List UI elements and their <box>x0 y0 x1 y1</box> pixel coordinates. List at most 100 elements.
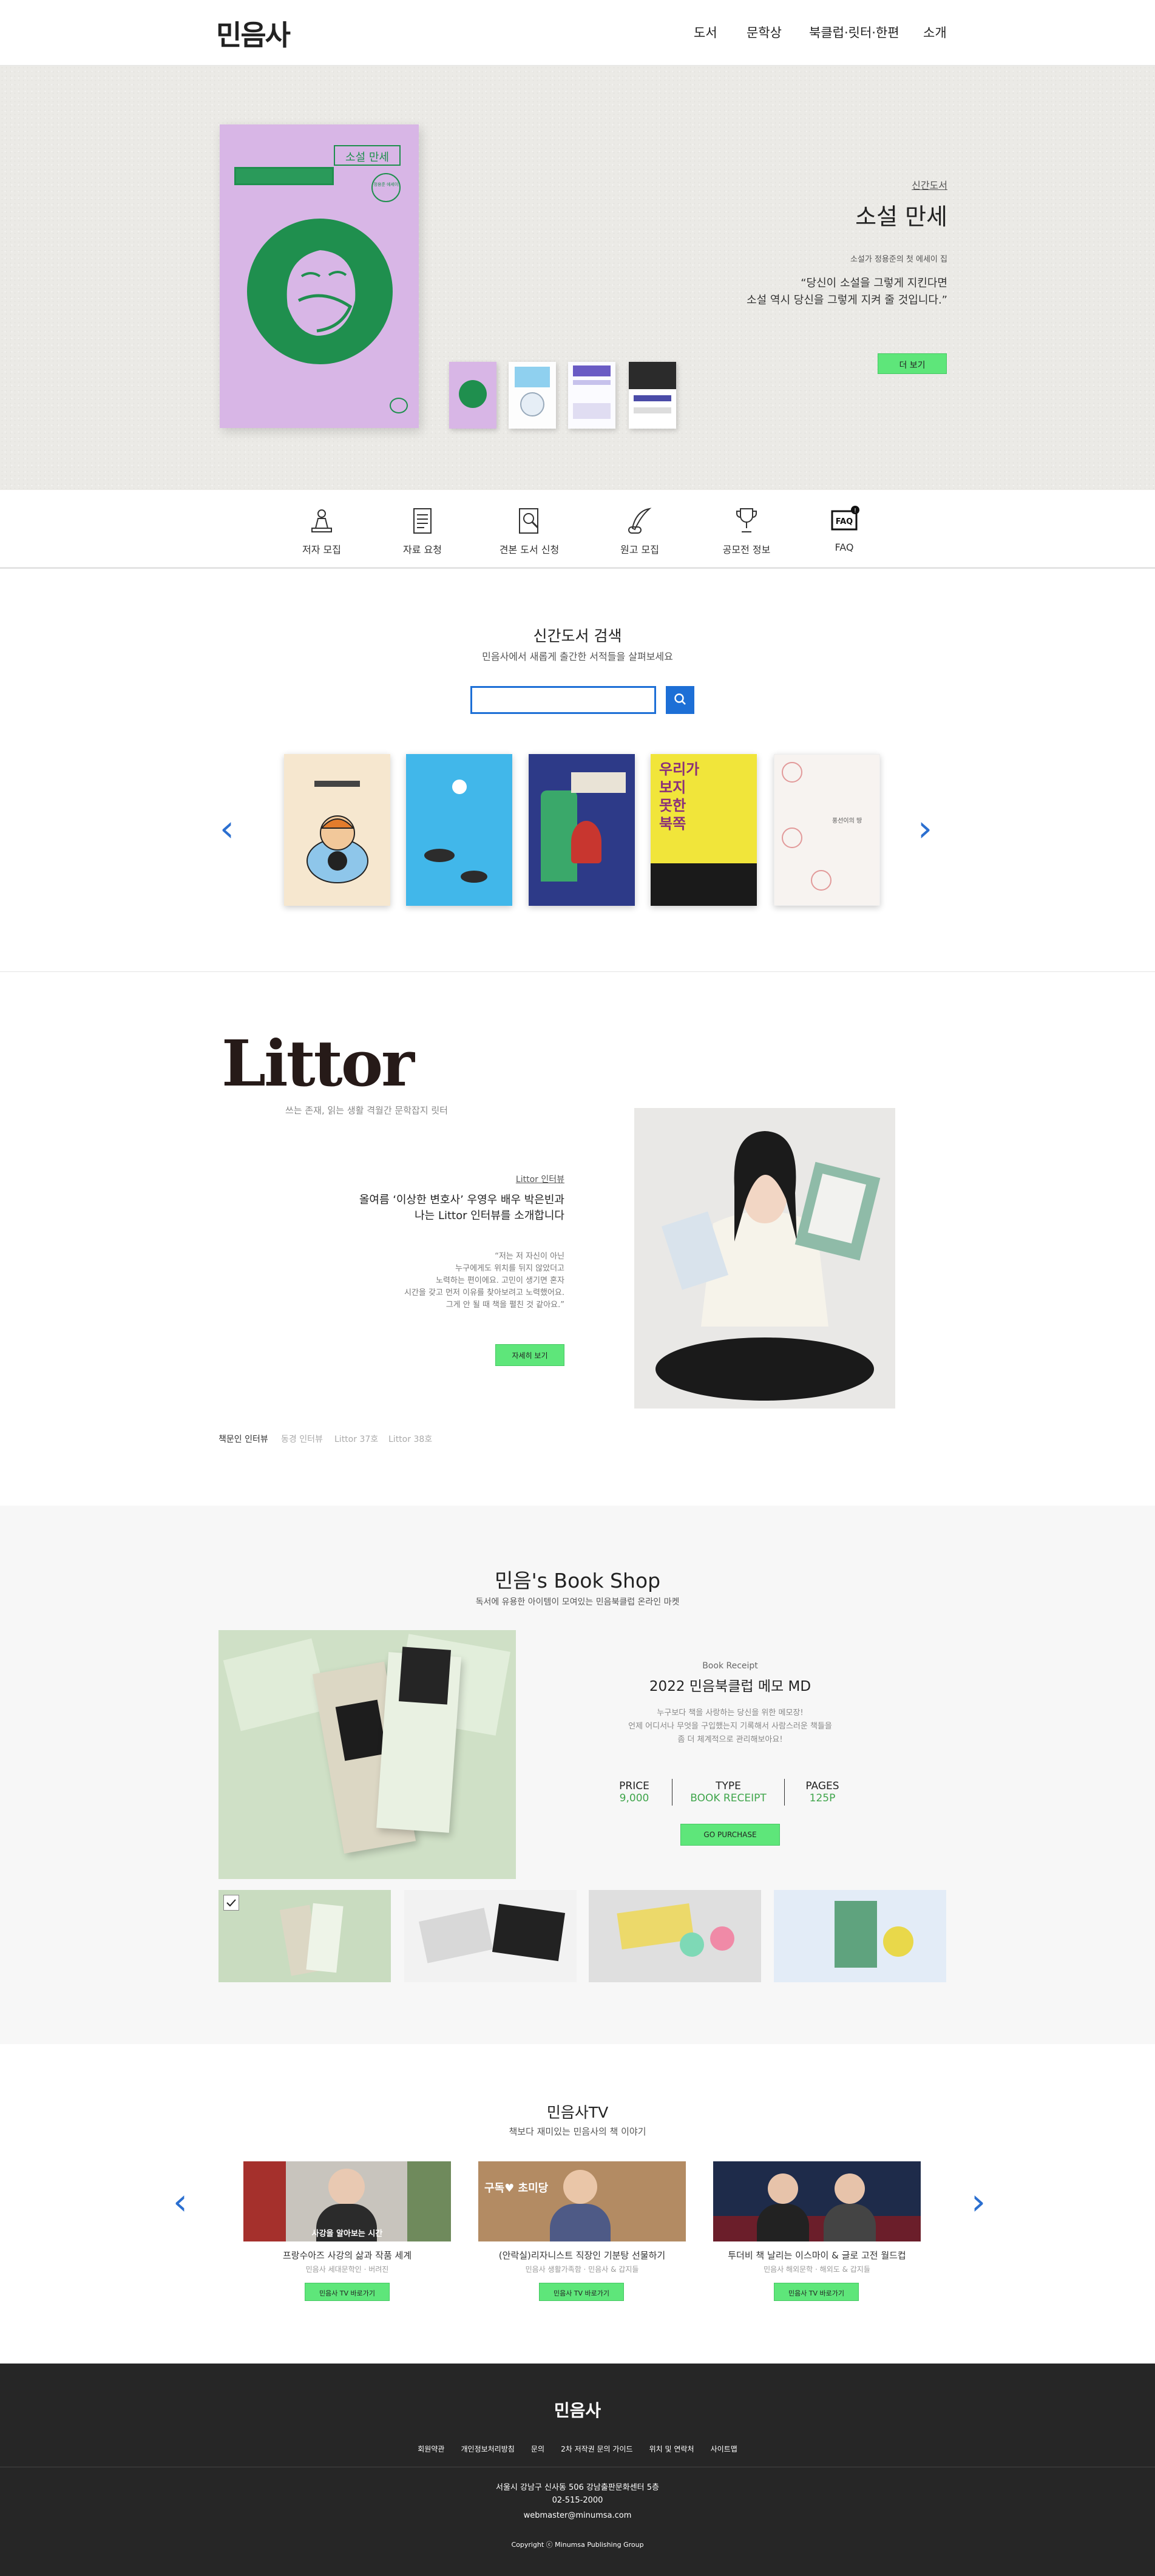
shop-subtitle: 독서에 유용한 아이템이 모여있는 민음북클럽 온라인 마켓 <box>475 1597 680 1607</box>
book-search-button[interactable] <box>666 686 694 714</box>
new-books-next-arrow[interactable]: › <box>918 807 932 850</box>
tv-video-1[interactable]: 사강을 알아보는 시간 <box>243 2161 451 2241</box>
quick-sample-book[interactable]: 견본 도서 신청 <box>493 504 566 556</box>
littor-tab-1[interactable]: 책문인 인터뷰 <box>218 1433 268 1445</box>
footer-link-location[interactable]: 위치 및 연락처 <box>649 2444 694 2454</box>
hero-more-button[interactable]: 더 보기 <box>878 353 947 374</box>
new-book-4[interactable]: 우리가 보지 못한 북쪽 <box>651 754 757 906</box>
quick-manuscript[interactable]: 원고 모집 <box>603 504 676 556</box>
nav-about[interactable]: 소개 <box>923 23 947 41</box>
shop-product-label: Book Receipt <box>702 1661 758 1671</box>
stat-value: 125P <box>809 1792 836 1804</box>
new-books-prev-arrow[interactable]: ‹ <box>220 807 234 850</box>
footer-link-privacy[interactable]: 개인정보처리방침 <box>461 2444 514 2454</box>
hero-thumb-3[interactable] <box>568 362 615 429</box>
footer-link-sitemap[interactable]: 사이트맵 <box>711 2444 737 2454</box>
nav-literary-award[interactable]: 문학상 <box>747 23 782 41</box>
littor-logo: Littor <box>222 1026 415 1101</box>
tv-prev-arrow[interactable]: ‹ <box>173 2181 188 2223</box>
selected-check-icon <box>223 1895 239 1911</box>
quick-menu <box>0 490 1155 569</box>
stat-divider <box>784 1779 785 1806</box>
shop-title: 민음's Book Shop <box>494 1569 661 1592</box>
shop-thumb-4[interactable] <box>774 1890 946 1982</box>
nav-bookclub[interactable]: 북클럽·릿터·한편 <box>809 23 899 41</box>
littor-tab-4[interactable]: Littor 38호 <box>388 1433 432 1445</box>
hero-thumb-4[interactable] <box>629 362 676 429</box>
new-books-title: 신간도서 검색 <box>533 627 622 645</box>
video-2-title[interactable]: (안락실)리자니스트 직장인 기분탕 선물하기 <box>478 2249 686 2262</box>
hero-quote-line1: “당신이 소설을 그렇게 지킨다면 <box>801 277 947 290</box>
author-icon <box>311 509 332 532</box>
hero-book-cover[interactable]: 소설 만세 정용준 에세이 <box>220 124 419 428</box>
footer-link-contact[interactable]: 문의 <box>531 2444 544 2454</box>
footer-copyright: Copyright ⓒ Minumsa Publishing Group <box>511 2541 644 2549</box>
new-book-5[interactable]: 풍선이의 땅 <box>774 754 880 906</box>
nav-books[interactable]: 도서 <box>694 23 717 41</box>
new-book-1[interactable] <box>284 754 390 906</box>
shop-thumb-1[interactable] <box>218 1890 391 1982</box>
hero-thumb-2[interactable] <box>509 362 556 429</box>
littor-tagline: 쓰는 존재, 읽는 생활 격월간 문학잡지 릿터 <box>285 1105 448 1116</box>
tv-link-button-2[interactable]: 민음사 TV 바로가기 <box>539 2283 624 2301</box>
quick-data-request[interactable]: 자료 요청 <box>386 504 459 556</box>
tv-title: 민음사TV <box>546 2104 609 2121</box>
site-footer: 민음사 회원약관 개인정보처리방침 문의 2차 저작권 문의 가이드 위치 및 … <box>0 2364 1155 2576</box>
trophy-icon <box>736 508 757 532</box>
hero-label: 신간도서 <box>912 180 947 191</box>
new-book-2[interactable] <box>406 754 512 906</box>
shop-thumb-3[interactable] <box>589 1890 761 1982</box>
hero-thumb-1[interactable] <box>449 362 496 429</box>
quick-contest[interactable]: 공모전 정보 <box>710 504 783 556</box>
shop-desc-1: 누구보다 책을 사랑하는 당신을 위한 메모장! <box>657 1708 804 1718</box>
shop-desc-3: 좀 더 체계적으로 관리해보아요! <box>677 1735 783 1744</box>
littor-label: Littor 인터뷰 <box>515 1175 564 1184</box>
book-search-input[interactable] <box>470 686 656 714</box>
littor-quote-2: 누구에게도 위치를 뒤지 않았더고 <box>455 1264 564 1273</box>
littor-headline-1: 올여름 ‘이상한 변호사’ 우영우 배우 박은빈과 <box>359 1194 564 1206</box>
footer-link-terms[interactable]: 회원약관 <box>418 2444 444 2454</box>
littor-quote-4: 시간을 갖고 먼저 이유를 찾아보려고 노력했어요. <box>404 1288 564 1297</box>
tv-link-button-1[interactable]: 민음사 TV 바로가기 <box>305 2283 390 2301</box>
sample-book-icon <box>519 508 539 534</box>
quick-label: 자료 요청 <box>403 544 442 556</box>
cover-title: 소설 만세 <box>334 145 401 166</box>
go-purchase-button[interactable]: GO PURCHASE <box>680 1824 780 1846</box>
footer-link-copyright-guide[interactable]: 2차 저작권 문의 가이드 <box>561 2444 632 2454</box>
tv-link-button-3[interactable]: 민음사 TV 바로가기 <box>774 2283 859 2301</box>
shop-stat-pages: PAGES 125P <box>792 1780 853 1804</box>
hero-quote-line2: 소설 역시 당신을 그렇게 지켜 줄 것입니다.” <box>747 294 947 307</box>
new-book-3[interactable] <box>529 754 635 906</box>
search-icon <box>674 693 686 705</box>
littor-tab-2[interactable]: 동경 인터뷰 <box>281 1433 323 1445</box>
footer-email[interactable]: webmaster@minumsa.com <box>0 2511 1155 2520</box>
quick-label: 저자 모집 <box>302 544 341 556</box>
littor-tab-3[interactable]: Littor 37호 <box>334 1433 378 1445</box>
littor-detail-button[interactable]: 자세히 보기 <box>495 1344 564 1366</box>
video-2-sub: 민음사 생활가족함 · 민음사 & 갑지들 <box>525 2265 639 2274</box>
footer-phone: 02-515-2000 <box>552 2496 603 2505</box>
tv-subtitle: 책보다 재미있는 민음사의 책 이야기 <box>509 2126 646 2137</box>
quick-faq[interactable]: FAQ! FAQ <box>808 504 881 553</box>
quick-author-recruit[interactable]: 저자 모집 <box>285 504 358 556</box>
quick-label: FAQ <box>835 542 854 553</box>
quick-label: 공모전 정보 <box>722 544 771 556</box>
shop-stat-price: PRICE 9,000 <box>610 1780 659 1804</box>
tv-video-2[interactable]: 구독♥ 초미당 <box>478 2161 686 2241</box>
tv-next-arrow[interactable]: › <box>971 2181 986 2223</box>
video-3-title[interactable]: 투더비 책 날리는 이스마이 & 글로 고전 월드컵 <box>713 2249 921 2262</box>
document-request-icon <box>413 508 432 534</box>
shop-product-image <box>218 1630 516 1879</box>
publisher-mark <box>390 398 408 413</box>
video-3-sub: 민음사 해외문학 · 해외도 & 갑지들 <box>764 2265 870 2274</box>
tv-video-3[interactable] <box>713 2161 921 2241</box>
svg-text:!: ! <box>854 508 856 514</box>
shop-thumb-2[interactable] <box>404 1890 577 1982</box>
stat-value: BOOK RECEIPT <box>690 1792 767 1804</box>
cover-badge: 정용준 에세이 <box>371 173 401 202</box>
shop-product-name: 2022 민음북클럽 메모 MD <box>649 1679 811 1694</box>
interviewee-illustration <box>655 1131 881 1401</box>
site-logo[interactable]: 민음사 <box>216 13 291 53</box>
video-1-title[interactable]: 프랑수아즈 사강의 삶과 작품 세계 <box>243 2249 451 2262</box>
video-2-overlay-text: 구독♥ 초미당 <box>484 2182 549 2195</box>
